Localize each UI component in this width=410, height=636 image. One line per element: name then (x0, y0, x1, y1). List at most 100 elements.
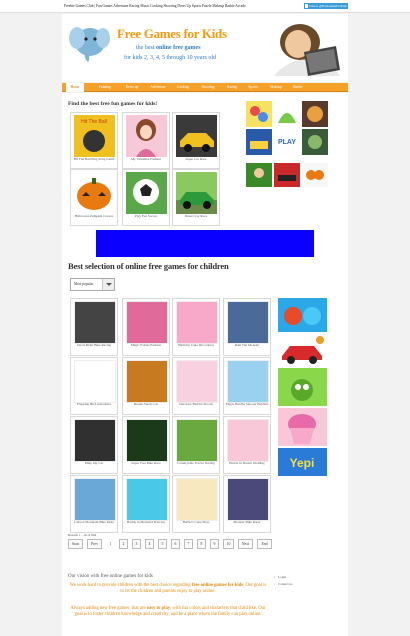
pager-3[interactable]: 3 (132, 539, 141, 549)
game-tile[interactable]: Monster Bike Racer (223, 475, 271, 533)
game-thumbnail (74, 478, 116, 521)
featured-game-tile[interactable]: Play Fun Soccer (122, 169, 170, 226)
vision-title: Our vision with free online games for ki… (68, 574, 153, 579)
game-caption: Monster Bike Racer (233, 520, 261, 524)
game-tile[interactable]: Magic Fairies Fashion (122, 298, 170, 356)
game-tile[interactable]: Canyon Mountain Bike Rider (70, 475, 118, 533)
fireboy-watergirl-logo[interactable] (278, 298, 327, 332)
game-tile[interactable]: Ram The Monster (223, 298, 271, 356)
featured-game-tile[interactable]: Desert Car Race (172, 169, 220, 226)
game-tile[interactable]: Pimp My Car (70, 416, 118, 474)
game-tile[interactable]: Barbie in Dream Wedding (223, 416, 271, 474)
game-thumbnail (126, 360, 168, 403)
game-caption: Pimp My Car (84, 461, 104, 465)
pager-7[interactable]: 7 (184, 539, 193, 549)
game-thumbnail (227, 419, 269, 462)
game-thumbnail (126, 172, 167, 214)
game-caption: Barbie in Dream Wedding (229, 461, 265, 465)
pager-9[interactable]: 9 (210, 539, 219, 549)
nav-makeup[interactable]: Makeup (266, 83, 286, 92)
pager-10[interactable]: 10 (223, 539, 234, 549)
nav-dress-up[interactable]: Dress up (120, 83, 144, 92)
game-thumbnail (126, 419, 168, 462)
featured-heading: Find the best free fun games for kids! (68, 101, 158, 107)
yepi-logo[interactable]: Yepi (278, 448, 327, 476)
pager-8[interactable]: 8 (197, 539, 206, 549)
side-game-thumb[interactable] (274, 163, 300, 187)
featured-game-tile[interactable]: Hit The Ball Hit The Ball Ping Pong Game (70, 112, 118, 169)
cupcake-logo[interactable] (278, 408, 327, 446)
game-thumbnail (126, 301, 168, 344)
selection-heading: Best selection of online free games for … (68, 261, 229, 271)
race-car-logo[interactable] (278, 334, 327, 366)
game-tile[interactable]: Decorate Barbie's Room (172, 357, 220, 415)
top-categories-links[interactable]: Freebie Games Club | Fun Games Adventure… (64, 4, 246, 8)
game-tile[interactable]: Flapping Bird Adventure (70, 357, 118, 415)
game-tile[interactable]: Magic Bubble Shooter Bubbles (223, 357, 271, 415)
game-tile[interactable]: Barbie's Cake Shop (172, 475, 220, 533)
featured-game-tile[interactable]: My Valentine Fashion (122, 112, 170, 169)
side-game-thumb[interactable] (302, 163, 328, 187)
main-nav: Home Painting Dress up Adventure Cooking… (62, 83, 348, 92)
game-tile[interactable]: Dream Sports Car (122, 357, 170, 415)
game-caption: Barbie in Mermaid Princess (127, 520, 165, 524)
game-caption: Super Car Race (185, 157, 207, 161)
side-game-thumb[interactable] (246, 163, 272, 187)
pager-end[interactable]: End (257, 539, 272, 549)
nav-painting[interactable]: Painting (94, 83, 116, 92)
pager-4[interactable]: 4 (145, 539, 154, 549)
side-game-thumb[interactable]: PLAY (274, 129, 300, 155)
cut-the-rope-logo[interactable] (278, 368, 327, 406)
side-game-thumb[interactable] (246, 101, 272, 127)
game-caption: Hit The Ball Ping Pong Game (73, 157, 115, 161)
game-tile[interactable]: Ghost Rider Bike Racing (70, 298, 118, 356)
game-caption: My Valentine Fashion (131, 157, 161, 161)
follow-button[interactable]: Follow @FreeGamesForKids (304, 3, 348, 9)
game-thumbnail (126, 115, 167, 157)
site-header: Free Games for Kids the best online free… (62, 14, 348, 82)
results-count: Results 1 - 16 of 964 (68, 533, 97, 537)
featured-game-tile[interactable]: Super Car Race (172, 112, 220, 169)
elephant-logo-icon[interactable] (68, 20, 110, 64)
pager-5[interactable]: 5 (158, 539, 167, 549)
pager-start[interactable]: Start (68, 539, 83, 549)
pager-prev[interactable]: Prev (87, 539, 102, 549)
game-caption: Desert Car Race (184, 214, 208, 218)
pager-2[interactable]: 2 (119, 539, 128, 549)
site-title[interactable]: Free Games for Kids (117, 26, 227, 42)
nav-barbie[interactable]: Barbie (288, 83, 308, 92)
game-tile[interactable]: Birthday Cake Decoration (172, 298, 220, 356)
contact-link[interactable]: Contact us (274, 581, 293, 586)
nav-shooting[interactable]: Shooting (196, 83, 220, 92)
side-game-thumb[interactable] (302, 129, 328, 155)
pager-6[interactable]: 6 (171, 539, 180, 549)
game-caption: Decorate Barbie's Room (179, 402, 213, 406)
game-thumbnail (126, 478, 168, 521)
nav-sports[interactable]: Sports (244, 83, 262, 92)
side-game-thumb[interactable] (274, 101, 300, 127)
sort-select[interactable]: Most popular (70, 278, 115, 291)
nav-cooking[interactable]: Cooking (172, 83, 194, 92)
game-thumbnail (176, 115, 217, 157)
game-thumbnail (74, 419, 116, 462)
site-tagline: the best online free games (136, 45, 201, 51)
nav-home[interactable]: Home (66, 83, 84, 92)
game-tile[interactable]: Barbie in Mermaid Princess (122, 475, 170, 533)
game-tile[interactable]: Super Fast Bike Race (122, 416, 170, 474)
side-game-thumb[interactable] (246, 129, 272, 155)
pager-next[interactable]: Next (238, 539, 253, 549)
featured-game-tile[interactable]: Halloween Pumpkin Creator (70, 169, 118, 226)
game-tile[interactable]: Countryside Tractor Racing (172, 416, 220, 474)
game-caption: Canyon Mountain Bike Rider (73, 520, 115, 524)
game-thumbnail (176, 360, 218, 403)
nav-racing[interactable]: Racing (222, 83, 242, 92)
pager-1[interactable]: 1 (106, 539, 115, 549)
side-game-thumb[interactable] (302, 101, 328, 127)
vision-paragraph-1: We work hard to provide children with th… (69, 583, 267, 594)
ad-banner[interactable] (96, 230, 314, 257)
nav-adventure[interactable]: Adventure (146, 83, 170, 92)
game-caption: Ghost Rider Bike Racing (76, 343, 112, 347)
game-caption: Dream Sports Car (133, 402, 159, 406)
game-thumbnail (176, 419, 218, 462)
login-link[interactable]: Login (274, 574, 286, 579)
